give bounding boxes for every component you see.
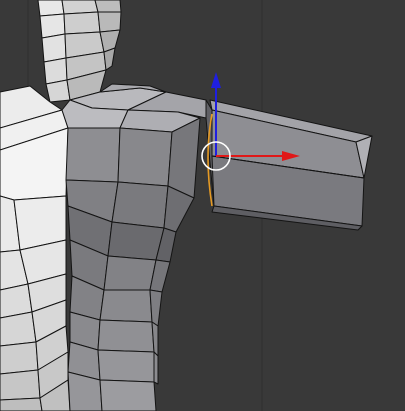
torso-side-mesh[interactable] xyxy=(65,117,201,411)
z-axis-arrow-icon[interactable] xyxy=(211,72,221,88)
arm-extrusion-mesh[interactable] xyxy=(205,99,373,231)
3d-viewport[interactable] xyxy=(0,0,405,411)
viewport-canvas[interactable] xyxy=(0,0,405,411)
torso-front-mesh[interactable] xyxy=(0,85,71,411)
